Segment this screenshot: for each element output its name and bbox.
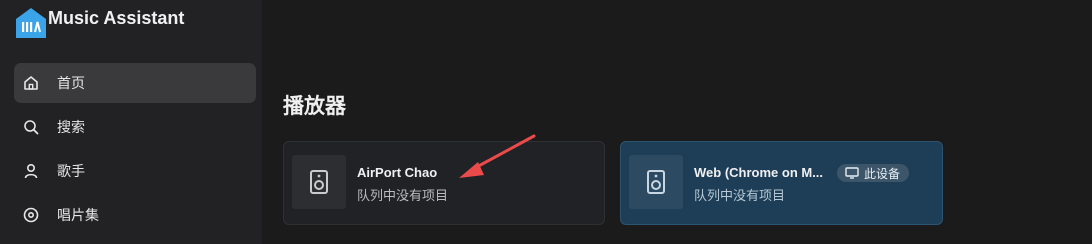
- sidebar-item-search[interactable]: 搜索: [14, 107, 256, 147]
- player-thumbnail: [292, 155, 346, 209]
- this-device-badge: 此设备: [837, 164, 910, 182]
- app-title: Music Assistant: [48, 8, 185, 28]
- person-icon: [22, 162, 40, 180]
- player-card-web-chrome[interactable]: Web (Chrome on M... 此设备 队列中没有项目: [620, 141, 943, 225]
- sidebar: Music Assistant 首页 搜索 歌手 唱片集: [0, 0, 262, 244]
- player-name: AirPort Chao: [357, 165, 438, 180]
- home-icon: [22, 74, 40, 92]
- player-card-airport-chao[interactable]: AirPort Chao 队列中没有项目: [283, 141, 605, 225]
- player-status: 队列中没有项目: [694, 188, 786, 203]
- monitor-icon: [845, 167, 859, 179]
- badge-label: 此设备: [864, 166, 901, 181]
- player-thumbnail: [629, 155, 683, 209]
- sidebar-item-label: 歌手: [57, 163, 85, 179]
- sidebar-item-label: 唱片集: [57, 207, 99, 223]
- search-icon: [22, 118, 40, 136]
- sidebar-item-artists[interactable]: 歌手: [14, 151, 256, 191]
- sidebar-item-albums[interactable]: 唱片集: [14, 195, 256, 235]
- player-status: 队列中没有项目: [357, 188, 449, 203]
- music-assistant-logo-icon: [16, 8, 46, 38]
- sidebar-item-label: 首页: [57, 75, 85, 91]
- album-icon: [22, 206, 40, 224]
- speaker-icon: [310, 170, 328, 194]
- player-name: Web (Chrome on M...: [694, 165, 824, 180]
- speaker-icon: [647, 170, 665, 194]
- sidebar-item-label: 搜索: [57, 119, 85, 135]
- app-logo[interactable]: [14, 6, 48, 40]
- sidebar-item-home[interactable]: 首页: [14, 63, 256, 103]
- players-section-title: 播放器: [283, 95, 346, 118]
